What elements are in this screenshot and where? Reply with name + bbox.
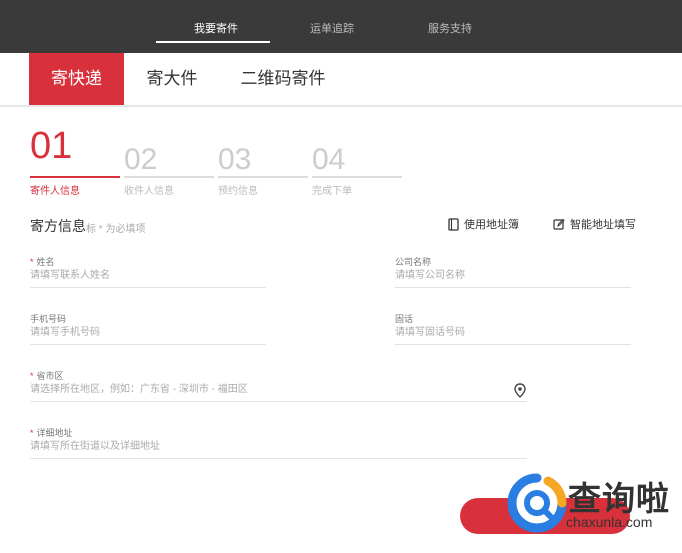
region-select-input[interactable] [30, 383, 527, 402]
phone-field-label: 固话 [395, 314, 414, 324]
address-label-text: 详细地址 [36, 428, 73, 438]
step-progress-line [124, 176, 214, 178]
top-nav-tracking[interactable]: 运单追踪 [310, 20, 354, 36]
top-nav-bar: 我要寄件 运单追踪 服务支持 [0, 0, 682, 53]
mobile-field-label: 手机号码 [30, 314, 67, 324]
address-book-label: 使用地址簿 [464, 219, 519, 231]
company-input[interactable] [395, 269, 631, 288]
step-progress-line [30, 176, 120, 178]
top-nav-send[interactable]: 我要寄件 [194, 20, 238, 36]
step-label: 寄件人信息 [30, 186, 80, 197]
tab-large-item[interactable]: 寄大件 [130, 53, 214, 105]
location-pin-icon[interactable] [514, 383, 526, 403]
mobile-input[interactable] [30, 326, 266, 345]
address-book-icon [448, 217, 459, 231]
chaxunla-logo-icon [507, 473, 567, 533]
required-mark: * [30, 428, 34, 438]
step-label: 完成下单 [312, 186, 352, 197]
smart-address-fill-button[interactable]: 智能地址填写 [553, 216, 636, 232]
step-label: 收件人信息 [124, 186, 174, 197]
watermark-brand-cn: 查询啦 [568, 480, 670, 517]
region-label-text: 省市区 [36, 371, 64, 381]
required-mark: * [30, 257, 34, 267]
step-progress-line [218, 176, 308, 178]
chaxunla-watermark: 查询啦 chaxunla.com [506, 466, 682, 548]
address-field-label: * 详细地址 [30, 426, 73, 439]
step-progress-line [312, 176, 402, 178]
required-note: 标 * 为必填项 [86, 224, 146, 235]
step-label: 预约信息 [218, 186, 258, 197]
top-nav-active-indicator [156, 41, 270, 43]
step-number: 01 [30, 125, 73, 167]
required-mark: * [30, 371, 34, 381]
phone-input[interactable] [395, 326, 631, 345]
smart-fill-label: 智能地址填写 [570, 219, 636, 231]
tab-express[interactable]: 寄快递 [29, 53, 124, 105]
section-title: 寄方信息 [30, 218, 86, 234]
name-input[interactable] [30, 269, 266, 288]
top-nav-support[interactable]: 服务支持 [428, 20, 472, 36]
name-label-text: 姓名 [36, 257, 55, 267]
region-field-label: * 省市区 [30, 369, 64, 382]
shipping-type-tabs: 寄快递 寄大件 二维码寄件 [0, 53, 682, 107]
detail-address-input[interactable] [30, 440, 527, 459]
edit-icon [553, 218, 565, 230]
tab-qrcode-send[interactable]: 二维码寄件 [226, 53, 340, 105]
use-address-book-button[interactable]: 使用地址簿 [448, 216, 519, 232]
watermark-brand-en: chaxunla.com [566, 514, 653, 530]
company-field-label: 公司名称 [395, 257, 432, 267]
name-field-label: * 姓名 [30, 255, 55, 268]
